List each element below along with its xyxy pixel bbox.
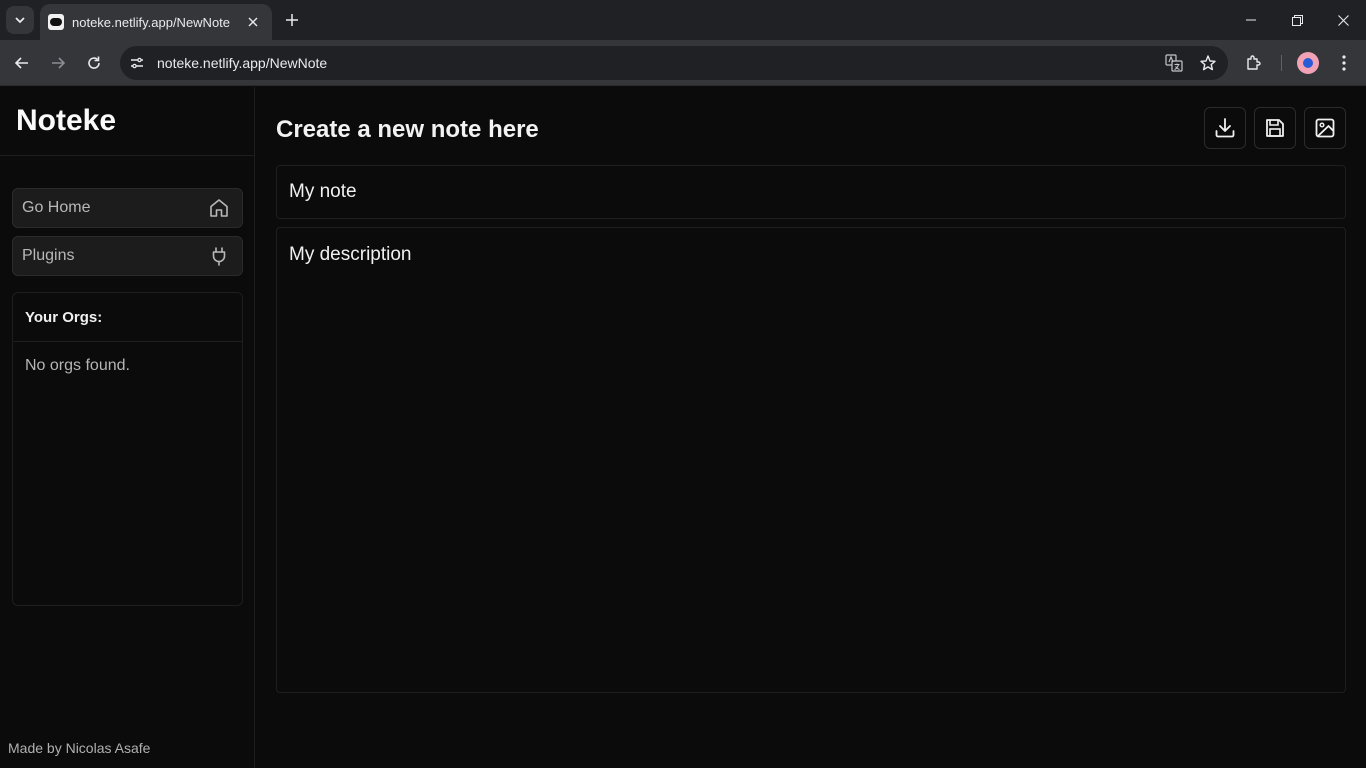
extensions-button[interactable] [1240, 49, 1268, 77]
close-icon [248, 17, 258, 27]
bookmark-button[interactable] [1194, 49, 1222, 77]
translate-icon [1165, 54, 1183, 72]
orgs-empty-message: No orgs found. [25, 357, 130, 374]
browser-menu-button[interactable] [1330, 49, 1358, 77]
minimize-button[interactable] [1237, 6, 1265, 34]
translate-button[interactable] [1160, 49, 1188, 77]
download-button[interactable] [1204, 107, 1246, 149]
reload-button[interactable] [80, 49, 108, 77]
author-credit: Made by Nicolas Asafe [8, 740, 151, 756]
site-info-button[interactable] [123, 49, 151, 77]
image-icon [1315, 118, 1335, 138]
url-text[interactable]: noteke.netlify.app/NewNote [157, 55, 1160, 71]
minimize-icon [1246, 19, 1256, 21]
plus-icon [286, 14, 298, 26]
avatar [1297, 52, 1319, 74]
plugins-button[interactable]: Plugins [12, 236, 243, 276]
page-title: Create a new note here [276, 116, 539, 143]
reload-icon [88, 56, 100, 69]
go-home-button[interactable]: Go Home [12, 188, 243, 228]
sidebar: Noteke Go Home Plugins Your Orgs: No org… [0, 87, 255, 768]
orgs-header: Your Orgs: [13, 293, 242, 342]
browser-toolbar: noteke.netlify.app/NewNote [0, 40, 1366, 86]
arrow-left-icon [14, 57, 28, 69]
main-content: Create a new note here My description [256, 87, 1366, 768]
save-icon [1266, 119, 1284, 137]
tab-search-button[interactable] [6, 6, 34, 34]
plug-icon [212, 247, 226, 266]
chevron-down-icon [15, 17, 25, 24]
site-favicon-icon [48, 14, 64, 30]
orgs-panel: Your Orgs: No orgs found. [12, 292, 243, 606]
browser-tab[interactable]: noteke.netlify.app/NewNote [40, 4, 272, 40]
restore-icon [1291, 14, 1303, 26]
note-description-input[interactable]: My description [276, 227, 1346, 693]
brand-header: Noteke [0, 87, 254, 156]
save-button[interactable] [1254, 107, 1296, 149]
address-bar[interactable]: noteke.netlify.app/NewNote [120, 46, 1228, 80]
tab-title: noteke.netlify.app/NewNote [72, 14, 231, 30]
download-icon [1215, 118, 1235, 138]
star-icon [1200, 55, 1216, 71]
arrow-right-icon [52, 57, 66, 69]
puzzle-icon [1247, 55, 1261, 70]
close-icon [1337, 14, 1349, 26]
more-vertical-icon [1342, 55, 1346, 71]
orgs-title: Your Orgs: [25, 308, 103, 326]
close-tab-button[interactable] [244, 13, 262, 31]
back-button[interactable] [8, 49, 36, 77]
forward-button[interactable] [44, 49, 72, 77]
image-button[interactable] [1304, 107, 1346, 149]
profile-button[interactable] [1294, 49, 1322, 77]
restore-button[interactable] [1283, 6, 1311, 34]
new-tab-button[interactable] [280, 8, 304, 32]
home-icon [210, 199, 228, 217]
plugins-label: Plugins [22, 247, 75, 264]
note-title-input[interactable] [276, 165, 1346, 219]
brand-title[interactable]: Noteke [16, 104, 116, 138]
tune-icon [131, 57, 143, 69]
browser-tab-bar: noteke.netlify.app/NewNote [0, 0, 1366, 40]
toolbar-divider [1281, 55, 1282, 71]
close-window-button[interactable] [1329, 6, 1357, 34]
go-home-label: Go Home [22, 199, 91, 216]
